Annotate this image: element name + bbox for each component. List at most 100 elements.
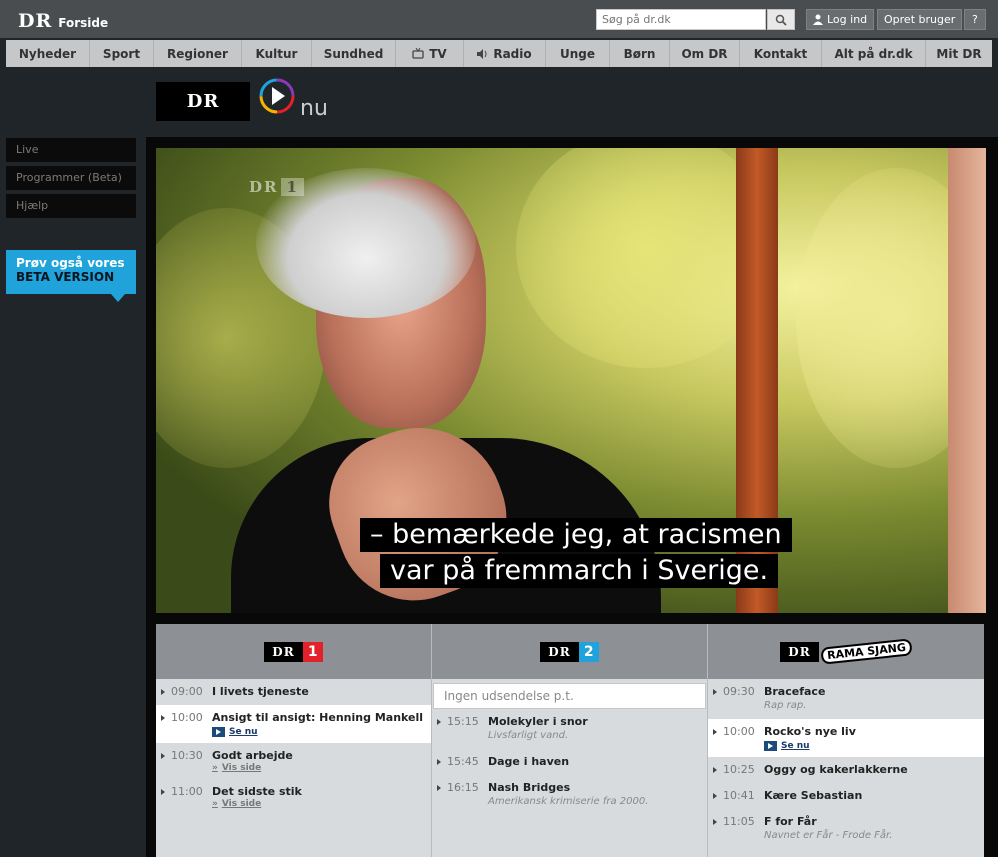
- tv-icon: [412, 48, 424, 59]
- program-item[interactable]: 09:30 Braceface Rap rap.: [708, 679, 984, 719]
- dr1-number: 1: [302, 641, 323, 662]
- schedule-column-dr2: DR 2 Ingen udsendelse p.t. 15:15 Molekyl…: [432, 624, 708, 857]
- arrow-right-icon: [437, 759, 441, 765]
- program-item[interactable]: 10:41 Kære Sebastian: [708, 783, 984, 809]
- play-circle-icon: [259, 78, 295, 113]
- program-title: Ansigt til ansigt: Henning Mankell: [212, 711, 424, 724]
- show-page-link[interactable]: » Vis side: [212, 763, 427, 773]
- program-item[interactable]: 15:15 Molekyler i snor Livsfarligt vand.: [432, 709, 707, 749]
- nav-item-unge[interactable]: Unge: [546, 40, 610, 67]
- nav-item-sport[interactable]: Sport: [90, 40, 154, 67]
- channel-schedule: DR 1 09:00 I livets tjeneste 10:00 Ansig…: [156, 624, 984, 857]
- program-item[interactable]: 10:30 Godt arbejde » Vis side: [156, 743, 431, 779]
- watch-now-link[interactable]: Se nu: [212, 727, 427, 737]
- dr-home-link[interactable]: DR Forside: [18, 10, 108, 32]
- nav-label: Mit DR: [936, 46, 982, 61]
- link-label: Vis side: [221, 763, 262, 773]
- program-time: 11:05: [723, 815, 755, 828]
- forside-label: Forside: [58, 16, 109, 30]
- beta-line-2: BETA VERSION: [16, 270, 115, 284]
- program-title: Molekyler i snor: [488, 715, 588, 728]
- program-description: Amerikansk krimiserie fra 2000.: [488, 796, 649, 807]
- arrow-right-icon: [713, 767, 717, 773]
- nav-item-regioner[interactable]: Regioner: [154, 40, 242, 67]
- program-item-current[interactable]: 10:00 Ansigt til ansigt: Henning Mankell…: [156, 705, 431, 743]
- arrow-right-icon: [161, 715, 165, 721]
- nav-label: Om DR: [681, 46, 728, 61]
- beta-line-1: Prøv også vores: [16, 256, 125, 270]
- link-label: Se nu: [229, 727, 258, 737]
- nav-label: Kultur: [255, 46, 298, 61]
- nav-item-om-dr[interactable]: Om DR: [670, 40, 740, 67]
- program-time: 09:00: [171, 685, 203, 698]
- arrow-right-icon: [713, 729, 717, 735]
- channel-bug-number: 1: [281, 178, 304, 196]
- dr-logo: DR: [18, 10, 53, 32]
- dr2-number: 2: [578, 641, 599, 662]
- nav-item-alt-pa-dr[interactable]: Alt på dr.dk: [822, 40, 926, 67]
- program-title: Det sidste stik: [212, 785, 302, 798]
- arrow-right-icon: [437, 719, 441, 725]
- program-time: 10:25: [723, 763, 755, 776]
- program-title: I livets tjeneste: [212, 685, 309, 698]
- help-label: ?: [972, 13, 978, 26]
- beta-banner-pointer: [111, 294, 125, 302]
- program-item[interactable]: 11:00 Det sidste stik » Vis side: [156, 779, 431, 815]
- program-title: Rocko's nye liv: [764, 725, 856, 738]
- dr1-logo: DR 1: [264, 641, 323, 662]
- sidebar-item-programmer[interactable]: Programmer (Beta): [6, 166, 136, 190]
- speaker-icon: [477, 48, 487, 59]
- show-page-link[interactable]: » Vis side: [212, 799, 427, 809]
- search-button[interactable]: [767, 9, 795, 30]
- program-description: Navnet er Får - Frode Får.: [764, 830, 893, 841]
- arrow-right-icon: [437, 785, 441, 791]
- nav-label: Kontakt: [753, 46, 808, 61]
- search-input[interactable]: [596, 9, 766, 30]
- help-button[interactable]: ?: [964, 9, 986, 30]
- channel-bug: DR 1: [249, 178, 304, 196]
- beta-version-banner[interactable]: Prøv også vores BETA VERSION: [6, 250, 136, 294]
- dr-nu-logo[interactable]: DR nu: [156, 78, 328, 121]
- nav-item-kontakt[interactable]: Kontakt: [740, 40, 822, 67]
- channel-header-dr2[interactable]: DR 2: [432, 624, 707, 679]
- schedule-column-dr1: DR 1 09:00 I livets tjeneste 10:00 Ansig…: [156, 624, 432, 857]
- nav-item-tv[interactable]: TV: [396, 40, 464, 67]
- program-item[interactable]: 10:25 Oggy og kakerlakkerne: [708, 757, 984, 783]
- nav-item-radio[interactable]: Radio: [464, 40, 546, 67]
- program-description: Livsfarligt vand.: [488, 730, 569, 741]
- tree-trunk: [948, 148, 986, 613]
- program-title: Dage i haven: [488, 755, 570, 768]
- channel-header-ramasjang[interactable]: DR RAMA SJANG: [708, 624, 984, 679]
- program-item[interactable]: 09:00 I livets tjeneste: [156, 679, 431, 705]
- signup-label: Opret bruger: [884, 13, 956, 26]
- login-button[interactable]: Log ind: [806, 9, 875, 30]
- program-item[interactable]: 15:45 Dage i haven: [432, 749, 707, 775]
- sidebar-item-label: Live: [16, 143, 39, 156]
- program-item[interactable]: 11:05 F for Får Navnet er Får - Frode Få…: [708, 809, 984, 849]
- arrow-right-icon: [161, 753, 165, 759]
- sidebar-item-live[interactable]: Live: [6, 138, 136, 162]
- main-nav: Nyheder Sport Regioner Kultur Sundhed TV…: [6, 40, 992, 67]
- subtitle-line-1: – bemærkede jeg, at racismen: [360, 518, 792, 552]
- signup-button[interactable]: Opret bruger: [877, 9, 963, 30]
- nav-item-born[interactable]: Børn: [610, 40, 670, 67]
- channel-header-dr1[interactable]: DR 1: [156, 624, 431, 679]
- dr-nu-label: nu: [300, 96, 328, 121]
- sidebar-item-hjaelp[interactable]: Hjælp: [6, 194, 136, 218]
- no-broadcast-notice: Ingen udsendelse p.t.: [433, 683, 706, 709]
- nav-item-kultur[interactable]: Kultur: [242, 40, 312, 67]
- watch-now-link[interactable]: Se nu: [764, 741, 980, 751]
- nav-item-nyheder[interactable]: Nyheder: [6, 40, 90, 67]
- program-time: 15:45: [447, 755, 479, 768]
- nav-label: Regioner: [167, 46, 228, 61]
- nav-item-sundhed[interactable]: Sundhed: [312, 40, 396, 67]
- program-item-current[interactable]: 10:00 Rocko's nye liv Se nu: [708, 719, 984, 757]
- sidebar-item-label: Hjælp: [16, 199, 49, 212]
- program-time: 09:30: [723, 685, 755, 698]
- nav-item-mit-dr[interactable]: Mit DR: [926, 40, 992, 67]
- program-time: 10:30: [171, 749, 203, 762]
- channel-bug-dr: DR: [249, 178, 279, 196]
- program-title: Braceface: [764, 685, 826, 698]
- program-item[interactable]: 16:15 Nash Bridges Amerikansk krimiserie…: [432, 775, 707, 815]
- video-player[interactable]: DR 1 – bemærkede jeg, at racismen var på …: [156, 148, 986, 613]
